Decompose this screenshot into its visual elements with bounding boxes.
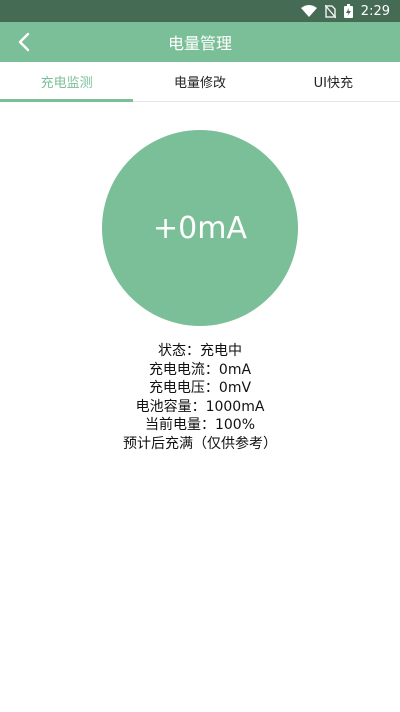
tab-battery-edit[interactable]: 电量修改 (133, 62, 266, 101)
info-charge-current: 充电电流：0mA (148, 361, 252, 378)
info-current-level: 当前电量：100% (144, 417, 256, 433)
app-bar: 电量管理 (0, 22, 400, 62)
charge-info: 状态：充电中 充电电流：0mA 充电电压：0mV 电池容量：1000mA 当前电… (0, 342, 400, 453)
info-status: 状态：充电中 (158, 343, 242, 359)
tab-ui-fast-charge[interactable]: UI快充 (267, 62, 400, 101)
no-sim-icon (324, 4, 336, 18)
tab-bar: 充电监测 电量修改 UI快充 (0, 62, 400, 102)
wifi-icon (300, 5, 317, 17)
chevron-left-icon (18, 32, 30, 52)
current-display-circle: +0mA (102, 130, 298, 326)
status-bar: 2:29 (0, 0, 400, 22)
tab-charge-monitor[interactable]: 充电监测 (0, 62, 134, 102)
info-battery-capacity: 电池容量：1000mA (135, 398, 265, 415)
back-button[interactable] (8, 22, 40, 62)
page-title: 电量管理 (167, 34, 232, 53)
status-time: 2:29 (360, 3, 390, 19)
info-charge-voltage: 充电电压：0mV (148, 380, 252, 396)
battery-charging-icon (343, 4, 353, 18)
current-value: +0mA (153, 210, 247, 246)
info-estimate: 预计后充满（仅供参考） (123, 435, 277, 452)
